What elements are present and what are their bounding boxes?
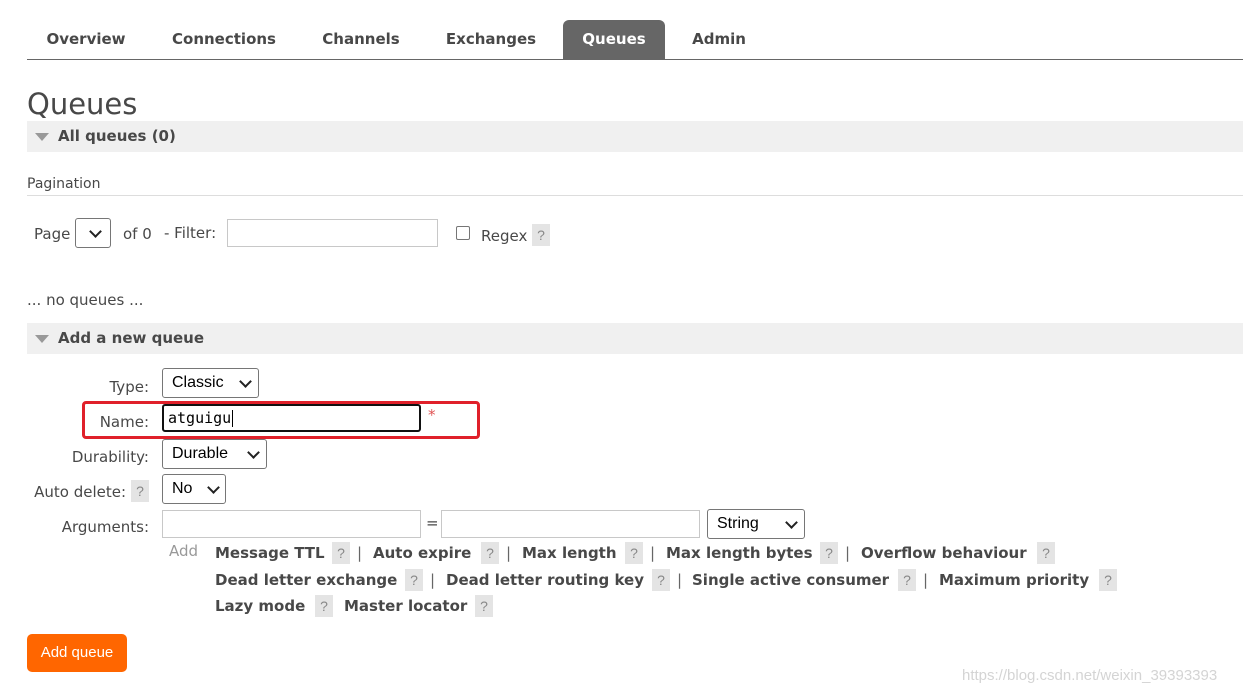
arg-max-length-bytes-link[interactable]: Max length bytes: [666, 543, 813, 563]
type-select[interactable]: Classic: [162, 368, 259, 398]
chevron-down-icon: [785, 516, 798, 529]
main-nav: Overview Connections Channels Exchanges …: [27, 20, 1243, 60]
chevron-down-icon: [89, 225, 102, 238]
auto-delete-help-icon[interactable]: ?: [131, 480, 149, 502]
text-caret: [232, 410, 234, 427]
tab-queues[interactable]: Queues: [563, 20, 665, 59]
separator: |: [650, 544, 656, 562]
arguments-label: Arguments:: [61, 518, 149, 536]
collapse-triangle-icon: [35, 133, 49, 141]
collapse-triangle-icon: [35, 335, 49, 343]
arg-max-length-link[interactable]: Max length: [522, 543, 617, 563]
argument-type-select[interactable]: String: [707, 509, 805, 539]
regex-checkbox[interactable]: [456, 226, 470, 240]
regex-help-icon[interactable]: ?: [532, 224, 550, 246]
tab-overview[interactable]: Overview: [27, 20, 145, 59]
separator: |: [357, 544, 363, 562]
arg-dead-letter-routing-key-link[interactable]: Dead letter routing key: [446, 570, 644, 590]
pagination-divider: [27, 195, 1243, 196]
arg-dead-letter-exchange-link[interactable]: Dead letter exchange: [215, 570, 397, 590]
filter-input[interactable]: [227, 219, 438, 247]
separator: |: [677, 571, 683, 589]
name-input-value: atguigu: [168, 409, 232, 427]
chevron-down-icon: [207, 481, 220, 494]
message-ttl-help-icon[interactable]: ?: [332, 542, 350, 564]
durability-label: Durability:: [71, 448, 149, 466]
add-queue-heading: Add a new queue: [58, 329, 205, 347]
all-queues-heading: All queues (0): [58, 127, 176, 145]
type-label: Type:: [109, 378, 149, 396]
argument-value-input[interactable]: [441, 510, 700, 538]
empty-queues-text: ... no queues ...: [27, 291, 144, 309]
dead-letter-exchange-help-icon[interactable]: ?: [405, 569, 423, 591]
tab-channels[interactable]: Channels: [303, 20, 419, 59]
filter-label: - Filter:: [164, 224, 217, 242]
maximum-priority-help-icon[interactable]: ?: [1099, 569, 1117, 591]
arg-auto-expire-link[interactable]: Auto expire: [373, 543, 471, 563]
page-label: Page: [34, 225, 71, 243]
name-input[interactable]: atguigu: [162, 404, 421, 432]
pagination-label: Pagination: [27, 176, 101, 192]
separator: |: [506, 544, 512, 562]
name-label: Name:: [99, 413, 149, 431]
page-count-label: of 0: [123, 225, 152, 243]
type-select-value: Classic: [172, 374, 224, 391]
tab-admin[interactable]: Admin: [675, 20, 763, 59]
all-queues-toggle[interactable]: All queues (0): [27, 121, 1243, 152]
overflow-behaviour-help-icon[interactable]: ?: [1037, 542, 1055, 564]
chevron-down-icon: [247, 446, 260, 459]
arg-overflow-behaviour-link[interactable]: Overflow behaviour: [861, 543, 1027, 563]
required-marker: *: [428, 406, 436, 424]
arg-master-locator-link[interactable]: Master locator: [344, 596, 467, 616]
auto-expire-help-icon[interactable]: ?: [481, 542, 499, 564]
max-length-help-icon[interactable]: ?: [625, 542, 643, 564]
durability-select-value: Durable: [172, 445, 229, 462]
separator: |: [845, 544, 851, 562]
page-select[interactable]: [75, 218, 111, 248]
add-argument-label: Add: [169, 542, 199, 560]
watermark: https://blog.csdn.net/weixin_39393393: [962, 667, 1218, 684]
argument-key-input[interactable]: [162, 510, 421, 538]
master-locator-help-icon[interactable]: ?: [475, 595, 493, 617]
single-active-consumer-help-icon[interactable]: ?: [898, 569, 916, 591]
auto-delete-select[interactable]: No: [162, 474, 226, 504]
lazy-mode-help-icon[interactable]: ?: [315, 595, 333, 617]
add-queue-toggle[interactable]: Add a new queue: [27, 323, 1243, 354]
dead-letter-routing-key-help-icon[interactable]: ?: [652, 569, 670, 591]
argument-equals: =: [426, 514, 439, 532]
chevron-down-icon: [239, 375, 252, 388]
tab-connections[interactable]: Connections: [155, 20, 293, 59]
auto-delete-select-value: No: [172, 480, 193, 497]
separator: |: [923, 571, 929, 589]
arg-lazy-mode-link[interactable]: Lazy mode: [215, 596, 305, 616]
max-length-bytes-help-icon[interactable]: ?: [820, 542, 838, 564]
add-queue-button[interactable]: Add queue: [27, 634, 127, 672]
tab-exchanges[interactable]: Exchanges: [429, 20, 553, 59]
argument-type-value: String: [717, 515, 759, 532]
page-title: Queues: [27, 87, 138, 121]
arg-message-ttl-link[interactable]: Message TTL: [215, 543, 325, 563]
separator: |: [430, 571, 436, 589]
arg-single-active-consumer-link[interactable]: Single active consumer: [692, 570, 889, 590]
arg-maximum-priority-link[interactable]: Maximum priority: [939, 570, 1089, 590]
durability-select[interactable]: Durable: [162, 439, 267, 469]
regex-label: Regex: [481, 227, 528, 245]
auto-delete-label: Auto delete:: [34, 483, 126, 501]
